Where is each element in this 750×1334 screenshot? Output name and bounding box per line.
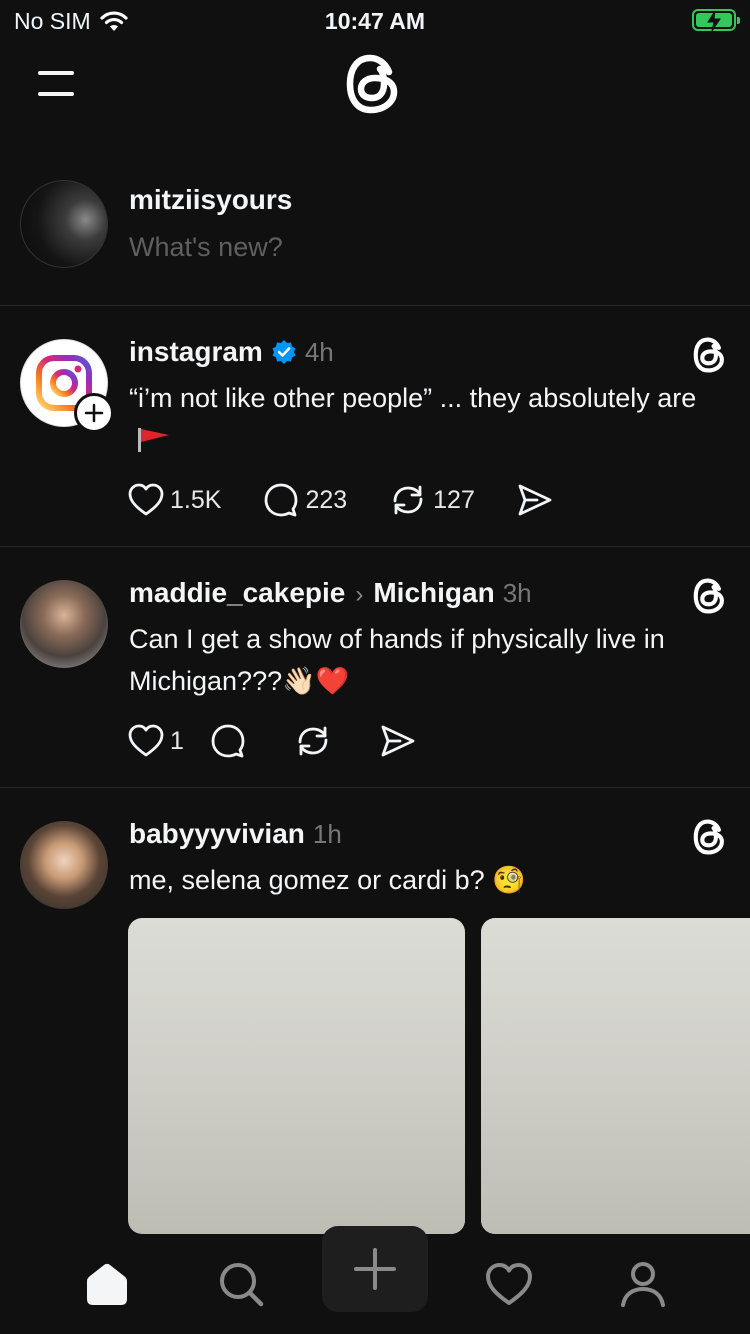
post-username[interactable]: instagram	[129, 336, 263, 368]
avatar[interactable]	[20, 180, 108, 268]
threads-icon[interactable]	[692, 577, 728, 615]
composer[interactable]: mitziisyours What's new?	[0, 162, 750, 306]
post-time: 4h	[304, 337, 334, 367]
repost-icon	[298, 726, 328, 756]
comment-icon	[265, 483, 298, 517]
composer-input[interactable]: What's new?	[129, 232, 283, 263]
like-count: 1	[170, 726, 184, 755]
post-username[interactable]: maddie_cakepie	[129, 577, 345, 609]
verified-badge-icon	[272, 340, 296, 364]
search-icon	[220, 1263, 264, 1307]
home-icon	[87, 1263, 127, 1305]
post-time: 3h	[502, 578, 532, 608]
heart-icon	[128, 724, 164, 757]
repost-count: 127	[433, 485, 475, 514]
threads-logo-icon[interactable]	[344, 52, 404, 116]
clock: 10:47 AM	[324, 8, 426, 34]
post-text: me, selena gomez or cardi b? 🧐	[129, 865, 526, 895]
compose-icon	[354, 1248, 396, 1290]
repost-icon	[393, 485, 423, 515]
like-count: 1.5K	[170, 485, 222, 514]
like-button[interactable]: 1	[128, 724, 184, 758]
post-image[interactable]	[481, 918, 750, 1234]
reply-button[interactable]	[210, 723, 246, 759]
heart-icon	[128, 483, 164, 516]
tab-search[interactable]	[186, 1234, 296, 1334]
post-username[interactable]: babyyyvivian	[129, 818, 305, 850]
profile-icon	[621, 1262, 665, 1307]
post[interactable]: maddie_cakepie › Michigan 3h Can I get a…	[0, 547, 750, 788]
post-actions: 1.5K 223 127	[128, 482, 595, 518]
threads-icon[interactable]	[692, 818, 728, 856]
activity-heart-icon	[486, 1263, 532, 1305]
post-header: babyyyvivian 1h	[129, 818, 342, 850]
status-bar: No SIM 10:47 AM	[0, 0, 750, 42]
post-actions: 1	[128, 723, 458, 759]
reply-button[interactable]: 223	[263, 482, 347, 518]
plus-icon	[84, 403, 104, 423]
repost-button[interactable]	[294, 724, 332, 758]
comment-icon	[211, 724, 245, 758]
post-time: 1h	[312, 819, 342, 849]
follow-add-button[interactable]	[74, 393, 114, 433]
community-label[interactable]: Michigan	[373, 577, 494, 609]
avatar[interactable]	[20, 580, 108, 668]
menu-icon[interactable]	[38, 70, 74, 96]
repost-button[interactable]: 127	[389, 483, 475, 517]
post-text-content: “i’m not like other people” ... they abs…	[129, 383, 697, 413]
send-icon	[381, 725, 415, 757]
share-button[interactable]	[380, 724, 416, 758]
tab-compose[interactable]	[322, 1226, 428, 1312]
like-button[interactable]: 1.5K	[128, 483, 221, 517]
post-header: instagram 4h	[129, 336, 334, 368]
chevron-right-icon: ›	[355, 581, 364, 608]
tab-home[interactable]	[52, 1234, 162, 1334]
post-image[interactable]	[128, 918, 465, 1234]
post-text: “i’m not like other people” ... they abs…	[129, 377, 719, 461]
share-button[interactable]	[517, 483, 553, 517]
red-flag-icon	[138, 428, 169, 452]
reply-count: 223	[305, 485, 348, 514]
post[interactable]: instagram 4h “i’m not like other people”…	[0, 306, 750, 547]
composer-username: mitziisyours	[129, 184, 293, 215]
tab-activity[interactable]	[454, 1234, 564, 1334]
tab-bar	[0, 1226, 750, 1334]
send-icon	[518, 484, 552, 516]
tab-profile[interactable]	[588, 1234, 698, 1334]
threads-icon[interactable]	[692, 336, 728, 374]
post-text: Can I get a show of hands if physically …	[129, 624, 665, 696]
battery-icon	[692, 9, 740, 32]
post-header: maddie_cakepie › Michigan 3h	[129, 577, 532, 609]
avatar[interactable]	[20, 821, 108, 909]
